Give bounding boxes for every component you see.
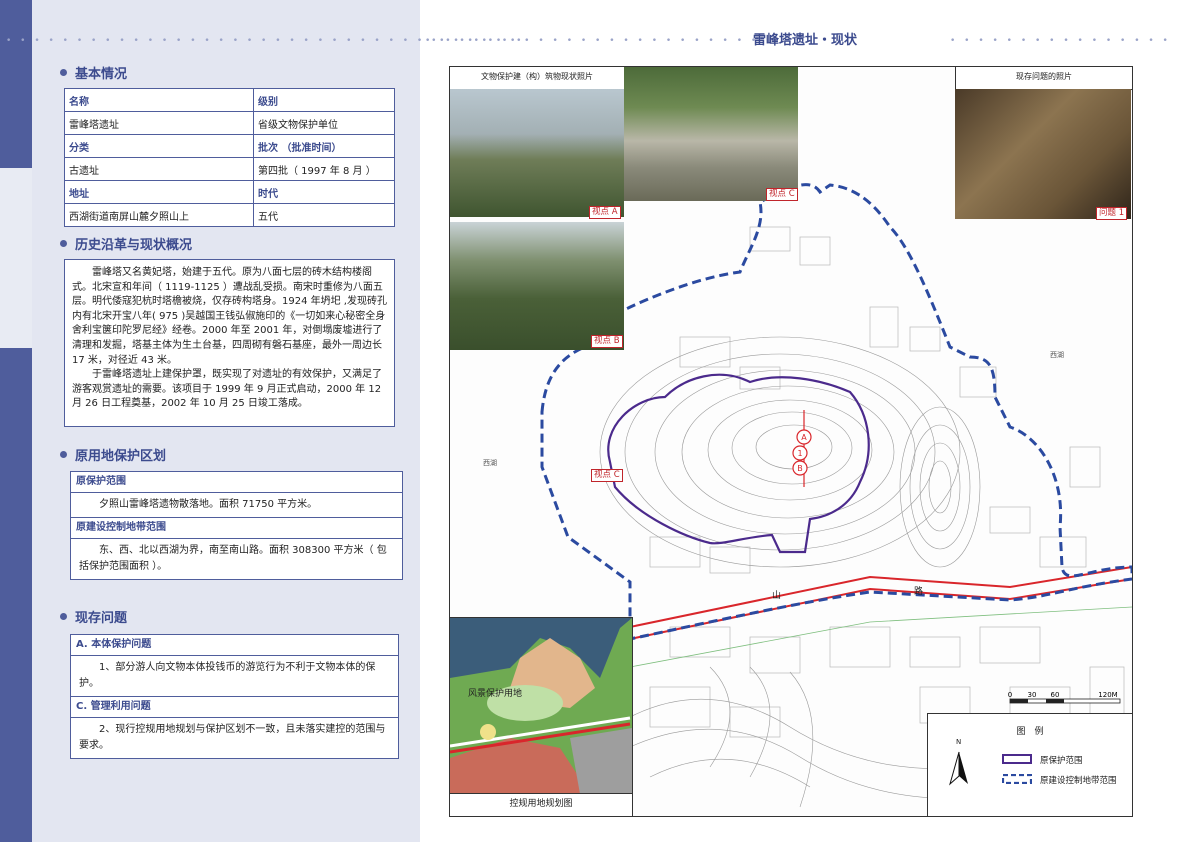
legend-control-swatch xyxy=(1002,774,1032,784)
legend-north-label: N xyxy=(956,738,962,746)
history-section-title: 历史沿革与现状概况 xyxy=(75,238,193,253)
road-label-1: 山 xyxy=(772,590,781,601)
basic-section-heading: 基本情况 xyxy=(60,63,127,82)
table-cell: 五代 xyxy=(253,203,395,227)
photo-view-c xyxy=(624,67,798,201)
table-cell: 古遗址 xyxy=(64,157,254,181)
bullet-icon xyxy=(60,240,67,247)
table-row: 地址 时代 xyxy=(64,180,395,204)
basic-info-table: 名称 级别 雷峰塔遗址 省级文物保护单位 分类 批次 （批准时间） 古遗址 第四… xyxy=(64,88,395,227)
view-c-photo-tag: 视点 C xyxy=(766,188,798,201)
road-label-2: 路 xyxy=(914,585,923,597)
bullet-icon xyxy=(60,69,67,76)
zoning-box: 原保护范围 夕照山雷峰塔遗物散落地。面积 71750 平方米。 原建设控制地带范… xyxy=(70,471,403,580)
photo-view-b xyxy=(450,222,624,350)
side-bar-bottom xyxy=(0,348,32,842)
problem-1-tag: 问题 1 xyxy=(1096,207,1128,220)
table-header-era: 时代 xyxy=(253,180,395,204)
issues-section-heading: 现存问题 xyxy=(60,607,127,626)
site-map: A 1 B 西湖 西湖 山 路 0 30 60 120M 文物保护建（构）筑物现… xyxy=(449,66,1133,817)
marker-b-label: B xyxy=(797,464,803,473)
management-text: 2、现行控规用地规划与保护区划不一致，且未落实建控的范围与要求。 xyxy=(79,724,386,751)
problem-caption-box: 现存问题的照片 xyxy=(955,67,1132,90)
history-paragraph-2: 于雷峰塔遗址上建保护罩，既实现了对遗址的有效保护，又满足了游客观赏遗址的需要。该… xyxy=(72,369,382,410)
control-zone-heading: 原建设控制地带范围 xyxy=(71,518,402,539)
issues-box: A. 本体保护问题 1、部分游人向文物本体投钱币的游览行为不利于文物本体的保护。… xyxy=(70,634,399,759)
photo-view-a xyxy=(450,89,624,217)
history-text-box: 雷峰塔又名黄妃塔，始建于五代。原为八面七层的砖木结构楼阁式。北宋宣和年间（ 11… xyxy=(64,259,395,427)
legend-title: 图 例 xyxy=(1016,727,1044,737)
view-c-map-tag: 视点 C xyxy=(591,469,623,482)
issues-section-title: 现存问题 xyxy=(75,611,128,626)
history-section-heading: 历史沿革与现状概况 xyxy=(60,234,192,253)
legend-protect-swatch xyxy=(1002,754,1032,764)
body-protection-heading: A. 本体保护问题 xyxy=(71,635,398,656)
scale-label-60: 60 xyxy=(1051,691,1060,699)
table-header-address: 地址 xyxy=(64,180,254,204)
side-bar-top xyxy=(0,0,32,168)
marker-1-label: 1 xyxy=(797,449,802,458)
table-cell: 西湖街道南屏山麓夕照山上 xyxy=(64,203,254,227)
table-header-category: 分类 xyxy=(64,134,254,158)
side-bar-middle xyxy=(0,168,32,348)
scale-label-30: 30 xyxy=(1028,691,1037,699)
marker-a-label: A xyxy=(801,433,807,442)
table-cell: 第四批（ 1997 年 8 月 ） xyxy=(253,157,395,181)
page-title: 雷峰塔遗址・现状 xyxy=(752,33,857,48)
land-use-plan-map: 风景保护用地 xyxy=(450,617,633,794)
table-header-level: 级别 xyxy=(253,88,395,112)
body-protection-text: 1、部分游人向文物本体投钱币的游览行为不利于文物本体的保护。 xyxy=(71,656,398,697)
basic-section-title: 基本情况 xyxy=(75,67,128,82)
bullet-icon xyxy=(60,451,67,458)
plan-label: 风景保护用地 xyxy=(468,689,523,699)
scale-label-0: 0 xyxy=(1008,691,1012,699)
table-header-name: 名称 xyxy=(64,88,254,112)
photo-caption-box: 文物保护建（构）筑物现状照片 xyxy=(450,67,625,90)
west-lake-label-west: 西湖 xyxy=(483,458,497,467)
table-row: 分类 批次 （批准时间） xyxy=(64,134,395,158)
north-arrow-icon xyxy=(949,751,968,786)
protect-range-text: 夕照山雷峰塔遗物散落地。面积 71750 平方米。 xyxy=(71,493,402,518)
west-lake-label-east: 西湖 xyxy=(1050,350,1064,359)
table-cell: 省级文物保护单位 xyxy=(253,111,395,135)
photo-problem-1 xyxy=(955,89,1131,219)
problem-caption: 现存问题的照片 xyxy=(956,67,1132,87)
view-a-tag: 视点 A xyxy=(589,206,621,219)
table-cell: 雷峰塔遗址 xyxy=(64,111,254,135)
protect-range-heading: 原保护范围 xyxy=(71,472,402,493)
photo-caption: 文物保护建（构）筑物现状照片 xyxy=(450,67,624,87)
bullet-icon xyxy=(60,613,67,620)
legend-control-label: 原建设控制地带范围 xyxy=(1040,776,1117,786)
history-paragraph-1: 雷峰塔又名黄妃塔，始建于五代。原为八面七层的砖木结构楼阁式。北宋宣和年间（ 11… xyxy=(72,267,387,366)
table-row: 名称 级别 xyxy=(64,88,395,112)
table-header-batch: 批次 （批准时间） xyxy=(253,134,395,158)
legend-protect-label: 原保护范围 xyxy=(1040,756,1083,766)
table-row: 西湖街道南屏山麓夕照山上 五代 xyxy=(64,203,395,227)
zoning-section-title: 原用地保护区划 xyxy=(75,449,167,464)
zoning-section-heading: 原用地保护区划 xyxy=(60,445,166,464)
management-heading: C. 管理利用问题 xyxy=(71,697,398,718)
plan-caption: 控规用地规划图 xyxy=(450,793,633,816)
map-legend: 图 例 N 原保护范围 原建设控制地带范围 xyxy=(927,713,1132,816)
table-row: 雷峰塔遗址 省级文物保护单位 xyxy=(64,111,395,135)
scale-label-120: 120M xyxy=(1098,691,1117,699)
land-use-plan-drawing xyxy=(450,618,632,794)
view-b-tag: 视点 B xyxy=(591,335,623,348)
table-row: 古遗址 第四批（ 1997 年 8 月 ） xyxy=(64,157,395,181)
control-zone-text: 东、西、北以西湖为界，南至南山路。面积 308300 平方米（ 包括保护范围面积… xyxy=(79,545,387,572)
right-dot-divider-right: • • • • • • • • • • • • • • • • xyxy=(950,36,1171,46)
